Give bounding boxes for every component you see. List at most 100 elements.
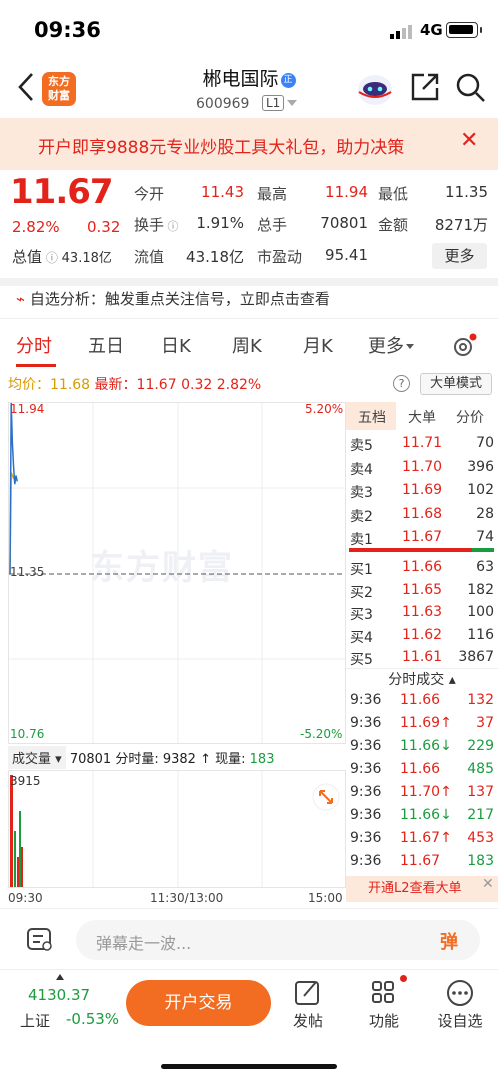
nav-post[interactable]: 发帖 (278, 1010, 338, 1031)
trade-price: 11.67↑ (400, 830, 452, 846)
nav-add-watchlist[interactable]: 设自选 (430, 1010, 490, 1031)
trade-time: 9:36 (350, 715, 382, 731)
danmu-list-icon[interactable] (26, 927, 54, 953)
stat-label: 最高 (257, 185, 288, 203)
edit-icon[interactable] (284, 978, 332, 1008)
orderbook-volume: 182 (467, 581, 494, 598)
home-indicator (161, 1064, 337, 1069)
volume-bar (17, 857, 19, 887)
orderbook-price: 11.65 (402, 581, 443, 598)
intraday-info: 均价：11.68 最新：11.67 0.32 2.82% (8, 377, 262, 393)
tab-intraday[interactable]: 分时 (16, 332, 52, 358)
search-icon[interactable] (455, 72, 487, 104)
help-icon[interactable]: ? (393, 375, 410, 392)
share-icon[interactable] (410, 72, 440, 102)
trade-time: 9:36 (350, 853, 382, 869)
trades-header[interactable]: 分时成交 ▴ (346, 668, 498, 690)
danmu-placeholder: 弹幕走一波... (96, 934, 192, 953)
nav-functions[interactable]: 功能 (354, 1010, 414, 1031)
orderbook-volume: 396 (467, 458, 494, 475)
grid-icon[interactable] (360, 978, 408, 1008)
stat-label: 今开 (134, 185, 165, 203)
orderbook-level-label: 买4 (350, 629, 373, 646)
orderbook-level-label: 卖1 (350, 532, 373, 548)
intraday-chart (8, 402, 346, 744)
volume-bar (21, 847, 23, 887)
orderbook-volume: 102 (467, 482, 494, 498)
tab-big-order[interactable]: 大单 (408, 407, 436, 427)
stat-value: 70801 (320, 214, 368, 232)
stat-value: 11.35 (445, 183, 488, 201)
chevron-down-icon[interactable] (287, 100, 297, 106)
battery-icon (446, 22, 482, 38)
trade-volume: 229 (467, 738, 494, 754)
volume-bar (10, 775, 13, 887)
volume-bar (14, 831, 16, 887)
bid-ask-ratio-bar (349, 548, 494, 552)
close-icon[interactable]: ✕ (482, 876, 494, 892)
x-axis-start: 09:30 (8, 891, 43, 905)
orderbook-level-label: 卖4 (350, 461, 373, 478)
volume-selector[interactable]: 成交量 ▾ (8, 746, 66, 769)
trade-volume: 183 (467, 853, 494, 869)
pct-axis-min: -5.20% (300, 727, 343, 741)
orderbook-level-label: 卖3 (350, 485, 373, 501)
expand-icon[interactable] (312, 783, 340, 811)
tab-monthly-k[interactable]: 月K (303, 332, 333, 358)
analysis-link[interactable]: ⌁ 自选分析：触发重点关注信号，立即点击查看 (16, 288, 330, 309)
tab-weekly-k[interactable]: 周K (232, 332, 262, 358)
change-percent: 2.82% (12, 218, 60, 236)
orderbook-volume: 3867 (458, 649, 494, 665)
stat-value: 95.41 (325, 246, 368, 264)
orderbook-level-label: 卖5 (350, 438, 373, 454)
orderbook-price: 11.69 (402, 482, 443, 498)
open-account-trade-button[interactable]: 开户交易 (126, 980, 271, 1026)
index-value[interactable]: 4130.37 (28, 986, 90, 1004)
l2-upgrade-link[interactable]: 开通L2查看大单 (346, 876, 498, 902)
trade-price: 11.69↑ (400, 715, 452, 731)
tab-more[interactable]: 更多 (368, 332, 404, 358)
level-badge: L1 (262, 95, 285, 111)
gear-icon[interactable] (451, 333, 477, 359)
trade-volume: 217 (467, 807, 494, 823)
orderbook-price: 11.68 (402, 505, 443, 522)
divider (0, 969, 498, 970)
orderbook-price: 11.71 (402, 435, 443, 451)
divider (0, 278, 498, 286)
orderbook-price: 11.66 (402, 559, 443, 575)
assistant-robot-icon[interactable] (355, 70, 395, 108)
stat-value: 11.94 (325, 183, 368, 201)
more-button[interactable]: 更多 (432, 243, 487, 269)
chevron-up-icon[interactable] (56, 974, 64, 980)
stat-value: 43.18亿 (186, 248, 244, 266)
stat-label: 最低 (378, 185, 409, 203)
x-axis-mid: 11:30/13:00 (150, 891, 224, 905)
trade-time: 9:36 (350, 692, 382, 708)
trade-volume: 485 (467, 761, 494, 777)
y-axis-mid: 11.35 (10, 565, 45, 579)
danmu-toggle-button[interactable]: 弹 (440, 928, 458, 954)
orderbook-price: 11.61 (402, 649, 443, 665)
stat-label: 换手 ⓘ (134, 216, 179, 234)
tab-indicator (16, 364, 56, 367)
volume-header: 成交量 ▾ 70801 分时量: 9382 ↑ 现量: 183 (8, 746, 346, 770)
tab-price-distribution[interactable]: 分价 (456, 407, 484, 427)
trade-price: 11.70↑ (400, 784, 452, 800)
stat-value: 11.43 (201, 183, 244, 201)
close-icon[interactable]: ✕ (460, 128, 478, 153)
tab-five-day[interactable]: 五日 (88, 332, 124, 358)
signal-icon (390, 25, 412, 39)
trade-price: 11.66↓ (400, 807, 452, 823)
orderbook-price: 11.62 (402, 626, 443, 643)
tab-daily-k[interactable]: 日K (161, 332, 191, 358)
more-icon[interactable] (436, 978, 484, 1008)
network-label: 4G (420, 21, 443, 39)
status-time: 09:36 (34, 18, 101, 42)
big-order-mode-button[interactable]: 大单模式 (420, 373, 492, 395)
trade-time: 9:36 (350, 784, 382, 800)
tab-five-level[interactable]: 五档 (358, 407, 386, 427)
chevron-down-icon (406, 344, 414, 349)
index-name: 上证 (20, 1012, 51, 1030)
orderbook-level-label: 卖2 (350, 508, 373, 525)
stat-value: 8271万 (434, 216, 488, 234)
